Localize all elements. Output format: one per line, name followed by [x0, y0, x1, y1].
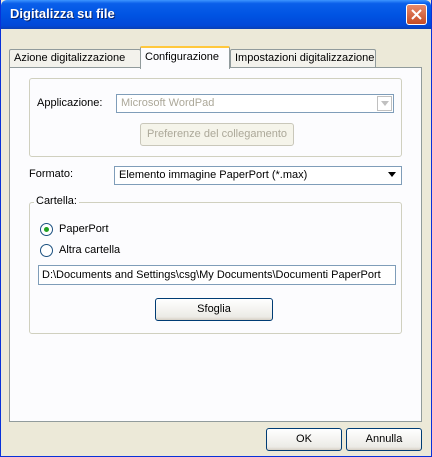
application-value: Microsoft WordPad — [121, 97, 215, 109]
tab-label: Impostazioni digitalizzazione — [235, 52, 375, 64]
tab-label: Azione digitalizzazione — [14, 52, 126, 64]
folder-path-field[interactable]: D:\Documents and Settings\csg\My Documen… — [38, 265, 396, 285]
link-preferences-button[interactable]: Preferenze del collegamento — [140, 123, 294, 146]
dialog-window: Digitalizza su file Azione digitalizzazi… — [0, 0, 432, 457]
tab-configuration[interactable]: Configurazione — [140, 46, 230, 69]
ok-button-label: OK — [296, 433, 312, 445]
ok-button[interactable]: OK — [266, 428, 342, 451]
tab-panel-configuration: Applicazione: Microsoft WordPad Preferen… — [9, 67, 422, 422]
tab-scan-settings[interactable]: Impostazioni digitalizzazione — [230, 49, 376, 68]
radio-paperport-label: PaperPort — [59, 223, 109, 235]
close-icon — [411, 9, 422, 20]
application-dropdown-button[interactable] — [377, 96, 392, 111]
tab-label: Configurazione — [145, 51, 219, 63]
title-bar[interactable]: Digitalizza su file — [1, 0, 431, 29]
chevron-down-icon — [388, 172, 396, 177]
radio-paperport[interactable] — [40, 223, 53, 236]
browse-button-label: Sfoglia — [197, 303, 231, 315]
folder-group-label: Cartella: — [34, 195, 79, 207]
link-preferences-label: Preferenze del collegamento — [146, 128, 288, 140]
tab-scan-action[interactable]: Azione digitalizzazione — [9, 49, 141, 68]
cancel-button[interactable]: Annulla — [346, 428, 422, 451]
window-title: Digitalizza su file — [10, 6, 115, 21]
radio-other-folder-label: Altra cartella — [59, 244, 121, 256]
radio-selected-dot — [44, 227, 49, 232]
format-value: Elemento immagine PaperPort (*.max) — [119, 169, 308, 181]
application-group: Applicazione: Microsoft WordPad Preferen… — [29, 78, 402, 157]
close-button[interactable] — [406, 4, 427, 25]
chevron-down-icon — [381, 101, 389, 106]
radio-other-folder[interactable] — [40, 244, 53, 257]
folder-path-value: D:\Documents and Settings\csg\My Documen… — [42, 269, 381, 281]
application-label: Applicazione: — [37, 97, 103, 109]
application-select[interactable]: Microsoft WordPad — [116, 94, 394, 113]
cancel-button-label: Annulla — [365, 433, 403, 445]
browse-button[interactable]: Sfoglia — [155, 298, 273, 321]
format-label: Formato: — [29, 168, 74, 180]
format-dropdown-button[interactable] — [385, 168, 400, 183]
format-select[interactable]: Elemento immagine PaperPort (*.max) — [114, 166, 402, 185]
